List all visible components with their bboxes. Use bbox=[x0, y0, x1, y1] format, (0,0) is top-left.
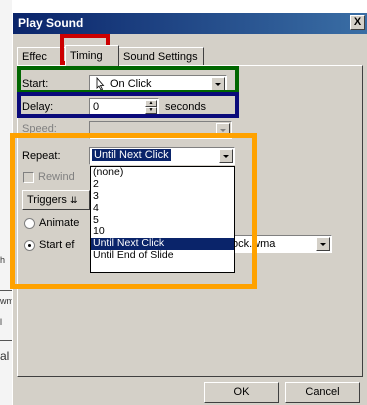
close-icon: X bbox=[353, 16, 362, 28]
close-button[interactable]: X bbox=[350, 15, 365, 30]
cancel-label: Cancel bbox=[305, 386, 340, 398]
dialog-title: Play Sound bbox=[18, 16, 84, 30]
mouse-click-icon bbox=[94, 76, 106, 91]
list-item[interactable]: 5 bbox=[91, 214, 234, 227]
background-text-l: l bbox=[0, 317, 2, 327]
double-chevron-icon: ⇊ bbox=[70, 195, 78, 205]
tab-sound-settings[interactable]: Sound Settings bbox=[118, 47, 204, 65]
background-window bbox=[0, 0, 12, 405]
start-dropdown[interactable]: On Click bbox=[89, 75, 227, 93]
list-item[interactable]: (none) bbox=[91, 166, 234, 179]
background-text-h: h bbox=[0, 255, 6, 265]
delay-input[interactable]: 0 ▲ ▼ bbox=[89, 98, 159, 116]
start-value: On Click bbox=[110, 78, 152, 90]
spin-up-icon[interactable]: ▲ bbox=[145, 100, 157, 107]
list-item[interactable]: 3 bbox=[91, 190, 234, 203]
background-divider bbox=[0, 290, 12, 291]
tab-effect[interactable]: Effec bbox=[17, 47, 66, 65]
list-item[interactable]: Until End of Slide bbox=[91, 249, 234, 262]
rewind-label: Rewind bbox=[38, 171, 75, 183]
background-divider bbox=[0, 340, 12, 341]
cancel-button[interactable]: Cancel bbox=[285, 382, 360, 403]
rewind-checkbox[interactable] bbox=[23, 172, 34, 183]
repeat-dropdown[interactable]: Until Next Click bbox=[89, 147, 235, 165]
spin-down-icon[interactable]: ▼ bbox=[145, 107, 157, 114]
repeat-value: Until Next Click bbox=[92, 149, 171, 161]
start-effect-radio[interactable] bbox=[24, 240, 35, 251]
start-label: Start: bbox=[22, 78, 49, 90]
tab-timing[interactable]: Timing bbox=[65, 45, 119, 66]
background-text-al: al bbox=[0, 349, 10, 363]
speed-label: Speed: bbox=[22, 123, 57, 135]
ok-button[interactable]: OK bbox=[204, 382, 279, 403]
chevron-down-icon[interactable] bbox=[316, 237, 330, 251]
speed-dropdown bbox=[89, 121, 232, 139]
start-effect-dropdown[interactable]: ock.wma bbox=[225, 235, 332, 253]
chevron-down-icon[interactable] bbox=[211, 77, 225, 91]
tab-timing-label: Timing bbox=[70, 50, 103, 62]
chevron-down-icon bbox=[216, 123, 230, 137]
repeat-options-list[interactable]: (none) 2 3 4 5 10 Until Next Click Until… bbox=[90, 166, 235, 273]
triggers-label: Triggers bbox=[27, 194, 67, 206]
delay-spinner[interactable]: ▲ ▼ bbox=[145, 100, 157, 114]
triggers-button[interactable]: Triggers ⇊ bbox=[22, 190, 90, 210]
start-effect-label: Start ef bbox=[39, 239, 75, 251]
chevron-down-icon[interactable] bbox=[219, 149, 233, 163]
delay-value: 0 bbox=[93, 101, 100, 113]
list-item[interactable]: 2 bbox=[91, 178, 234, 191]
animate-radio[interactable] bbox=[24, 218, 35, 229]
play-sound-dialog: Play Sound X Effec Timing Sound Settings… bbox=[12, 12, 367, 405]
list-item[interactable]: 4 bbox=[91, 202, 234, 215]
delay-label: Delay: bbox=[22, 101, 54, 113]
start-effect-value: ock.wma bbox=[232, 238, 276, 250]
tab-sound-settings-label: Sound Settings bbox=[123, 51, 198, 63]
repeat-label: Repeat: bbox=[22, 150, 61, 162]
title-bar[interactable]: Play Sound X bbox=[13, 13, 367, 34]
animate-label: Animate bbox=[39, 217, 80, 229]
ok-label: OK bbox=[233, 386, 250, 398]
delay-unit: seconds bbox=[165, 101, 206, 113]
tab-effect-label: Effec bbox=[22, 51, 47, 63]
